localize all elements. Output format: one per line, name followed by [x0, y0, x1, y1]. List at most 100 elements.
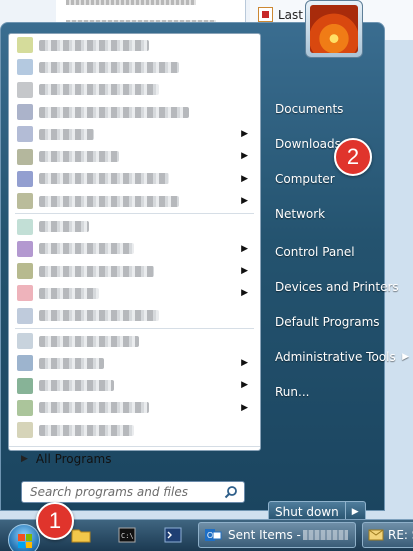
terminal-icon [164, 527, 182, 543]
program-list-item[interactable] [9, 34, 260, 56]
powershell-taskbar-icon[interactable] [160, 524, 186, 546]
submenu-arrow-icon: ▶ [241, 243, 248, 254]
start-menu-link-control-panel[interactable]: Control Panel [263, 234, 413, 269]
program-list-item[interactable] [9, 56, 260, 78]
submenu-arrow-icon: ▶ [402, 351, 409, 362]
submenu-arrow-icon: ▶ [241, 173, 248, 184]
blurred-program-name [39, 106, 189, 118]
taskbar-task-reply[interactable]: RE: S [362, 522, 413, 548]
program-list-item[interactable] [9, 305, 260, 327]
blurred-program-name [39, 265, 154, 277]
start-menu-link-administrative-tools[interactable]: Administrative Tools ▶ [263, 339, 413, 374]
spreadsheet-icon [258, 7, 273, 22]
program-list-item[interactable]: ▶ [9, 260, 260, 282]
start-menu-link-label: Run... [275, 384, 310, 399]
start-button[interactable] [8, 524, 40, 551]
outlook-icon: O [205, 529, 222, 541]
start-menu-link-label: Computer [275, 171, 335, 186]
folder-icon [71, 529, 91, 543]
program-icon [17, 218, 33, 235]
program-icon [17, 81, 33, 98]
blurred-program-name [39, 221, 89, 233]
svg-text:O: O [207, 531, 213, 540]
program-list-item[interactable]: ▶ [9, 190, 260, 212]
program-icon [17, 285, 33, 302]
triangle-right-icon: ▶ [21, 453, 28, 464]
program-list-item[interactable]: ▶ [9, 282, 260, 304]
program-icon [17, 377, 33, 394]
submenu-arrow-icon: ▶ [241, 288, 248, 299]
program-list-item[interactable] [9, 101, 260, 123]
program-list-item[interactable]: ▶ [9, 123, 260, 145]
program-icon [17, 307, 33, 324]
start-menu-link-label: Documents [275, 101, 344, 116]
blurred-program-name [39, 357, 104, 369]
reply-task-label: RE: S [388, 528, 413, 542]
program-list-item[interactable]: ▶ [9, 238, 260, 260]
program-icon [17, 263, 33, 280]
submenu-arrow-icon: ▶ [241, 129, 248, 140]
start-menu-link-network[interactable]: Network [263, 196, 413, 231]
program-icon [17, 126, 33, 143]
blurred-program-name [39, 310, 159, 322]
program-icon [17, 104, 33, 121]
submenu-arrow-icon: ▶ [241, 265, 248, 276]
blurred-program-name [39, 335, 139, 347]
program-icon [17, 333, 33, 349]
blurred-text [66, 0, 196, 5]
program-list-separator [15, 327, 254, 329]
windows-logo-icon [18, 534, 32, 548]
envelope-icon [368, 529, 384, 541]
submenu-arrow-icon: ▶ [241, 151, 248, 162]
program-icon [17, 193, 33, 210]
program-list-item[interactable]: ▶ [9, 397, 260, 419]
blurred-program-name [39, 84, 159, 96]
start-menu-link-devices-and-printers[interactable]: Devices and Printers [263, 269, 413, 304]
program-list-separator [15, 213, 254, 215]
start-menu-link-run[interactable]: Run... [263, 374, 413, 409]
start-menu-link-label: Administrative Tools [275, 349, 396, 364]
user-picture[interactable] [305, 0, 363, 58]
taskbar-task-sent-items[interactable]: O Sent Items - [198, 522, 356, 548]
program-list-item[interactable]: ▶ [9, 374, 260, 396]
blurred-text [302, 530, 348, 540]
program-list-item[interactable] [9, 79, 260, 101]
command-prompt-taskbar-icon[interactable]: C:\ [114, 524, 140, 546]
search-input[interactable] [30, 483, 226, 501]
start-menu-link-label: Devices and Printers [275, 279, 399, 294]
program-icon [17, 422, 33, 439]
blurred-program-name [39, 402, 149, 414]
search-box[interactable] [21, 481, 245, 503]
program-list-item[interactable] [9, 419, 260, 441]
submenu-arrow-icon: ▶ [241, 402, 248, 413]
start-menu: ▶ ▶ ▶ ▶ ▶ ▶ ▶ ▶ ▶ ▶ ▶ All Programs Documents Downl… [0, 22, 409, 523]
start-menu-link-label: Default Programs [275, 314, 380, 329]
flower-avatar [310, 5, 358, 53]
program-list-item[interactable] [9, 330, 260, 352]
callout-badge-2: 2 [334, 138, 372, 176]
submenu-arrow-icon: ▶ [241, 380, 248, 391]
program-list-item[interactable] [9, 215, 260, 237]
start-menu-link-documents[interactable]: Documents [263, 91, 413, 126]
programs-pane: ▶ ▶ ▶ ▶ ▶ ▶ ▶ ▶ ▶ ▶ ▶ All Programs [8, 33, 261, 466]
all-programs-button[interactable]: ▶ All Programs [9, 446, 260, 470]
submenu-arrow-icon: ▶ [241, 196, 248, 207]
start-menu-link-default-programs[interactable]: Default Programs [263, 304, 413, 339]
blurred-program-name [39, 243, 134, 255]
program-list-item[interactable]: ▶ [9, 352, 260, 374]
blurred-program-name [39, 61, 179, 73]
search-icon[interactable] [224, 485, 238, 499]
blurred-program-name [39, 39, 149, 51]
blurred-program-name [39, 151, 119, 163]
blurred-program-name [39, 424, 134, 436]
program-list-item[interactable]: ▶ [9, 145, 260, 167]
blurred-program-name [39, 380, 114, 392]
svg-text:C:\: C:\ [121, 532, 134, 540]
program-icon [17, 355, 33, 372]
blurred-program-name [39, 173, 169, 185]
start-menu-link-label: Control Panel [275, 244, 355, 259]
program-icon [17, 399, 33, 416]
start-menu-link-label: Downloads [275, 136, 341, 151]
program-list-item[interactable]: ▶ [9, 168, 260, 190]
blurred-program-name [39, 128, 94, 140]
